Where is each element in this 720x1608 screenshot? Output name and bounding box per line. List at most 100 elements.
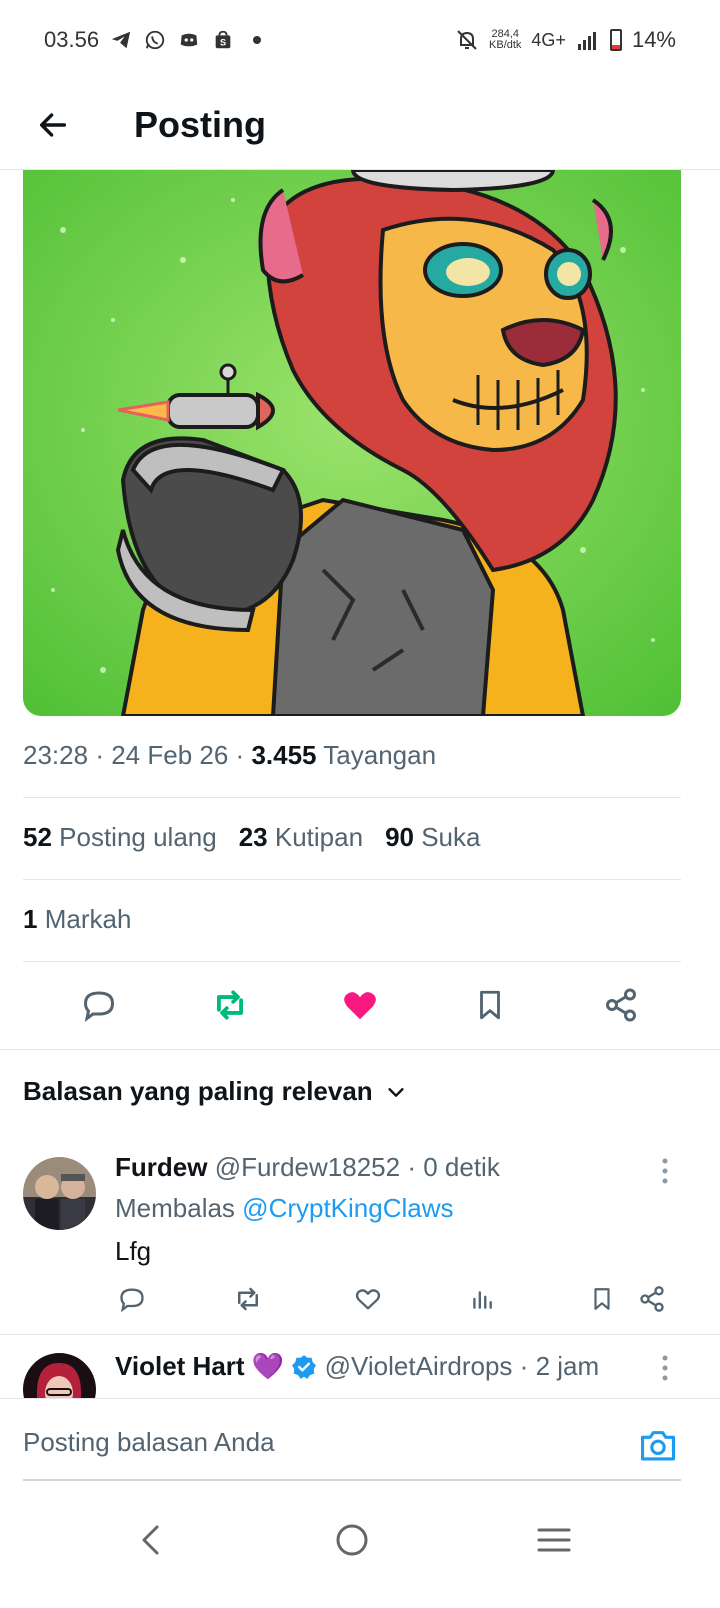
reply-author-handle[interactable]: @Furdew18252 bbox=[215, 1152, 400, 1182]
divider bbox=[23, 879, 681, 880]
reply-text: Lfg bbox=[115, 1236, 152, 1266]
repost-button[interactable] bbox=[200, 975, 260, 1035]
reply-item[interactable]: Violet Hart 💜 @VioletAirdrops · 2 jam bbox=[0, 1335, 720, 1398]
reply-author-handle[interactable]: @VioletAirdrops bbox=[325, 1351, 513, 1381]
bookmarks-count: 1 bbox=[23, 904, 38, 934]
meta-separator: · bbox=[95, 740, 104, 770]
whatsapp-icon bbox=[143, 28, 167, 52]
reposts-label: Posting ulang bbox=[59, 822, 217, 852]
status-time: 03.56 bbox=[44, 27, 100, 52]
system-navigation-bar bbox=[0, 1490, 720, 1608]
avatar[interactable] bbox=[23, 1353, 96, 1398]
share-icon bbox=[640, 1286, 664, 1312]
post-stats: 52 Posting ulang 23 Kutipan 90 Suka bbox=[23, 822, 480, 853]
top-app-bar: Posting bbox=[0, 80, 720, 170]
telegram-icon bbox=[109, 28, 133, 52]
analytics-icon bbox=[473, 1291, 492, 1309]
discord-icon bbox=[177, 28, 201, 52]
like-button[interactable] bbox=[351, 1282, 385, 1316]
network-type: 4G+ bbox=[531, 29, 566, 50]
bookmark-button[interactable] bbox=[460, 975, 520, 1035]
reposts-count: 52 bbox=[23, 822, 52, 852]
reply-composer bbox=[0, 1398, 720, 1490]
reposts-stat[interactable]: 52 Posting ulang bbox=[23, 822, 217, 853]
share-icon bbox=[605, 988, 636, 1022]
quotes-count: 23 bbox=[238, 822, 268, 852]
repost-icon bbox=[216, 990, 243, 1020]
status-bar: 03.56 S 284,4 KB/dtk 4G+ 14% bbox=[0, 0, 720, 80]
reply-author-name[interactable]: Violet Hart bbox=[115, 1351, 245, 1381]
reply-item[interactable]: Furdew @Furdew18252 · 0 detik Membalas @… bbox=[0, 1140, 720, 1334]
post-actions bbox=[0, 970, 720, 1040]
nav-back-icon bbox=[142, 1525, 159, 1555]
battery-icon bbox=[609, 29, 622, 51]
repost-icon bbox=[238, 1287, 258, 1311]
meta-separator: · bbox=[519, 1351, 529, 1381]
shop-icon: S bbox=[211, 28, 235, 52]
net-speed-unit: KB/dtk bbox=[489, 39, 522, 51]
divider bbox=[23, 961, 681, 962]
more-vertical-icon bbox=[662, 1355, 668, 1381]
meta-separator: · bbox=[407, 1152, 416, 1182]
reply-header: Furdew @Furdew18252 · 0 detik bbox=[115, 1152, 500, 1183]
divider bbox=[0, 1049, 720, 1050]
reply-icon bbox=[84, 991, 115, 1023]
reply-sort-dropdown[interactable]: Balasan yang paling relevan bbox=[23, 1076, 407, 1107]
net-speed: 284,4 KB/dtk bbox=[489, 29, 521, 51]
camera-icon bbox=[641, 1431, 675, 1461]
reply-button[interactable] bbox=[115, 1282, 149, 1316]
reply-time: 2 jam bbox=[535, 1351, 600, 1381]
bookmarks-stat[interactable]: 1 Markah bbox=[23, 904, 131, 935]
repost-button[interactable] bbox=[231, 1282, 265, 1316]
back-button[interactable] bbox=[28, 100, 78, 150]
replying-to-link[interactable]: @CryptKingClaws bbox=[242, 1193, 453, 1223]
reply-sort-label: Balasan yang paling relevan bbox=[23, 1076, 373, 1106]
heart-icon bbox=[344, 992, 376, 1020]
svg-text:S: S bbox=[220, 38, 226, 48]
composer-underline bbox=[23, 1479, 681, 1481]
replying-to: Membalas @CryptKingClaws bbox=[115, 1193, 454, 1224]
avatar[interactable] bbox=[23, 1157, 96, 1230]
likes-count: 90 bbox=[385, 822, 414, 852]
quotes-label: Kutipan bbox=[274, 822, 364, 852]
heart-icon bbox=[355, 1289, 381, 1310]
more-options-button[interactable] bbox=[650, 1156, 680, 1186]
heart-emoji: 💜 bbox=[251, 1351, 285, 1381]
page-title: Posting bbox=[134, 103, 266, 145]
signal-icon bbox=[576, 28, 600, 52]
reply-actions bbox=[115, 1282, 685, 1322]
like-button[interactable] bbox=[330, 975, 390, 1035]
camera-button[interactable] bbox=[636, 1423, 680, 1467]
likes-stat[interactable]: 90 Suka bbox=[385, 822, 480, 853]
divider bbox=[23, 797, 681, 798]
views-button[interactable] bbox=[465, 1282, 499, 1316]
more-options-button[interactable] bbox=[650, 1353, 680, 1383]
reply-author-name[interactable]: Furdew bbox=[115, 1152, 207, 1182]
likes-label: Suka bbox=[421, 822, 481, 852]
more-vertical-icon bbox=[662, 1158, 668, 1184]
bookmarks-label: Markah bbox=[44, 904, 132, 934]
bookmark-icon bbox=[480, 990, 501, 1020]
reply-button[interactable] bbox=[69, 975, 129, 1035]
share-button[interactable] bbox=[591, 975, 651, 1035]
chevron-down-icon bbox=[388, 1087, 404, 1097]
post-meta: 23:28 · 24 Feb 26 · 3.455 Tayangan bbox=[23, 740, 436, 771]
bookmark-button[interactable] bbox=[585, 1282, 619, 1316]
nav-recents-icon bbox=[537, 1528, 571, 1552]
nav-home-button[interactable] bbox=[322, 1510, 382, 1570]
verified-badge-icon bbox=[292, 1355, 317, 1379]
bookmark-icon bbox=[594, 1288, 610, 1310]
replying-to-prefix: Membalas bbox=[115, 1193, 235, 1223]
nav-back-button[interactable] bbox=[120, 1510, 180, 1570]
post-time: 23:28 bbox=[23, 740, 89, 770]
reply-header: Violet Hart 💜 @VioletAirdrops · 2 jam bbox=[115, 1351, 599, 1382]
reply-icon bbox=[120, 1288, 144, 1313]
quotes-stat[interactable]: 23 Kutipan bbox=[239, 822, 363, 853]
post-image[interactable] bbox=[23, 170, 681, 716]
views-count: 3.455 bbox=[251, 740, 317, 770]
reply-input[interactable] bbox=[23, 1417, 623, 1467]
nav-home-icon bbox=[336, 1524, 368, 1556]
nav-recents-button[interactable] bbox=[524, 1510, 584, 1570]
views-label: Tayangan bbox=[323, 740, 437, 770]
share-button[interactable] bbox=[635, 1282, 669, 1316]
